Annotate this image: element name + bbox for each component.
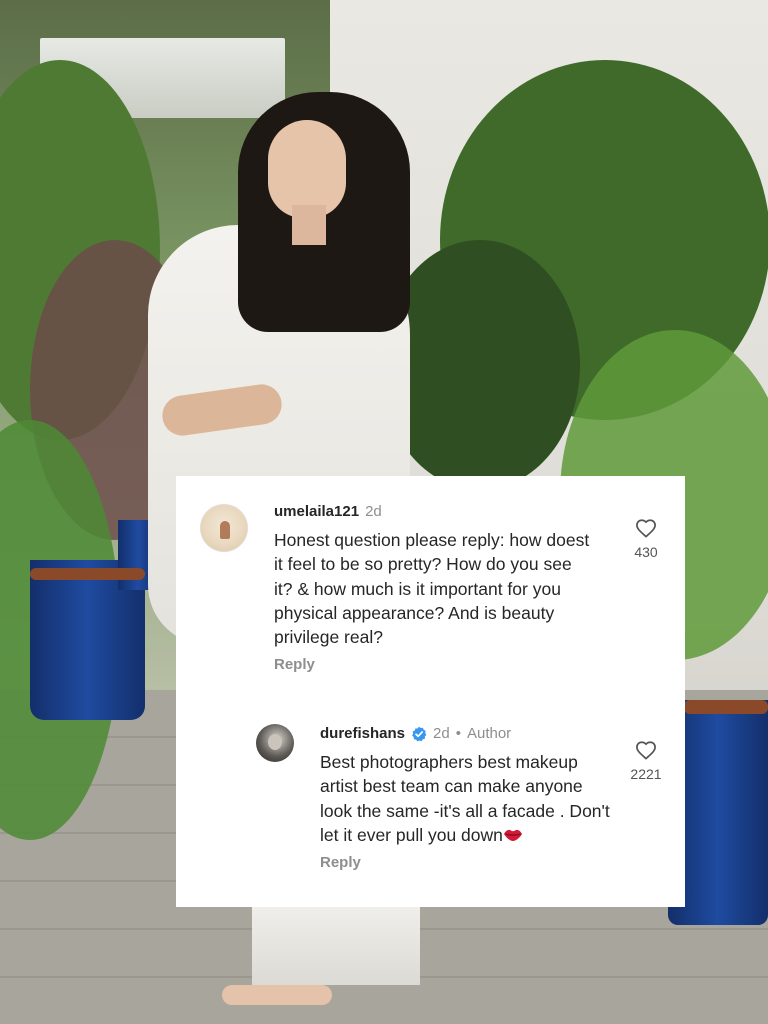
person-dress-hem xyxy=(252,900,420,985)
person-foot xyxy=(222,985,332,1005)
author-avatar[interactable] xyxy=(256,724,294,762)
reply-button[interactable]: Reply xyxy=(274,655,594,675)
comment-card: umelaila121 2d Honest question please re… xyxy=(176,476,685,907)
heart-outline-icon[interactable] xyxy=(635,518,657,538)
verified-badge-icon xyxy=(412,726,427,742)
comment-meta: durefishans 2d • Author xyxy=(320,724,610,744)
like-control: 2221 xyxy=(616,740,676,782)
heart-outline-icon[interactable] xyxy=(635,740,657,760)
person-face xyxy=(268,120,346,218)
comment-meta: umelaila121 2d xyxy=(274,502,594,522)
like-count: 430 xyxy=(634,544,658,560)
comment: umelaila121 2d Honest question please re… xyxy=(274,502,594,675)
comment-text-body: Best photographers best makeup artist be… xyxy=(320,752,610,845)
comment-username[interactable]: umelaila121 xyxy=(274,502,359,522)
commenter-avatar[interactable] xyxy=(200,504,248,552)
like-control: 430 xyxy=(616,518,676,560)
person-neck xyxy=(292,205,326,245)
planter-soil xyxy=(30,568,145,580)
lips-kiss-icon xyxy=(503,829,522,841)
comment-text: Best photographers best makeup artist be… xyxy=(320,750,610,847)
meta-separator: • xyxy=(455,725,461,742)
avatar-photo xyxy=(220,521,230,539)
comment-time: 2d xyxy=(433,725,450,742)
plant-foliage xyxy=(380,240,580,490)
planter-soil xyxy=(684,700,768,714)
comment-time: 2d xyxy=(365,503,382,520)
reply-comment: durefishans 2d • Author Best photographe… xyxy=(320,724,610,873)
avatar-photo xyxy=(268,734,282,750)
reply-button[interactable]: Reply xyxy=(320,853,610,873)
comment-text: Honest question please reply: how doest … xyxy=(274,530,590,648)
like-count: 2221 xyxy=(630,766,662,782)
author-label: Author xyxy=(466,725,512,742)
comment-username[interactable]: durefishans xyxy=(320,724,405,744)
